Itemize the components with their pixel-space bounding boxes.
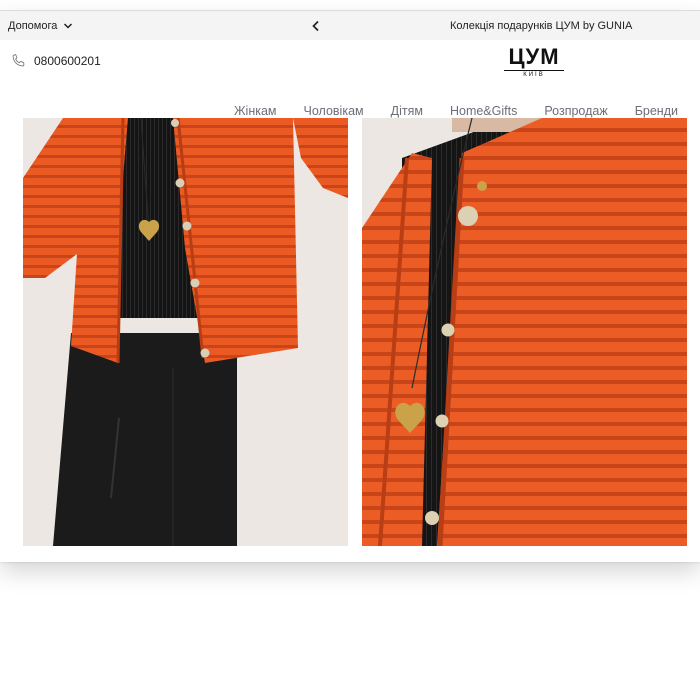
browser-page: Допомога Колекція подарунків ЦУМ by GUNI… bbox=[0, 10, 700, 562]
help-menu[interactable]: Допомога bbox=[8, 11, 73, 41]
phone-icon bbox=[12, 54, 25, 67]
logo-sub-text: КИЇВ bbox=[523, 72, 545, 78]
nav-item-sale[interactable]: Розпродаж bbox=[544, 104, 607, 118]
promo-prev-button[interactable] bbox=[308, 18, 324, 34]
product-image-2[interactable] bbox=[362, 118, 687, 546]
nav-item-home-gifts[interactable]: Home&Gifts bbox=[450, 104, 517, 118]
main-nav: Жінкам Чоловікам Дітям Home&Gifts Розпро… bbox=[234, 104, 678, 118]
product-image-1[interactable] bbox=[23, 118, 348, 546]
promo-link[interactable]: Колекція подарунків ЦУМ by GUNIA bbox=[450, 11, 632, 41]
phone-number: 0800600201 bbox=[34, 53, 101, 68]
site-header: 0800600201 ЦУМ КИЇВ Жінкам Чоловікам Діт… bbox=[0, 40, 700, 118]
logo-divider bbox=[504, 70, 564, 71]
chevron-down-icon bbox=[64, 23, 73, 29]
product-gallery bbox=[0, 118, 700, 562]
tsum-logo[interactable]: ЦУМ КИЇВ bbox=[496, 46, 572, 79]
nav-item-women[interactable]: Жінкам bbox=[234, 104, 277, 118]
help-label: Допомога bbox=[8, 20, 58, 32]
logo-main-text: ЦУМ bbox=[508, 44, 560, 69]
chevron-left-icon bbox=[312, 20, 319, 32]
nav-item-brands[interactable]: Бренди bbox=[635, 104, 678, 118]
nav-item-kids[interactable]: Дітям bbox=[391, 104, 423, 118]
nav-item-men[interactable]: Чоловікам bbox=[304, 104, 364, 118]
phone-link[interactable]: 0800600201 bbox=[11, 53, 101, 68]
top-bar: Допомога Колекція подарунків ЦУМ by GUNI… bbox=[0, 10, 700, 41]
